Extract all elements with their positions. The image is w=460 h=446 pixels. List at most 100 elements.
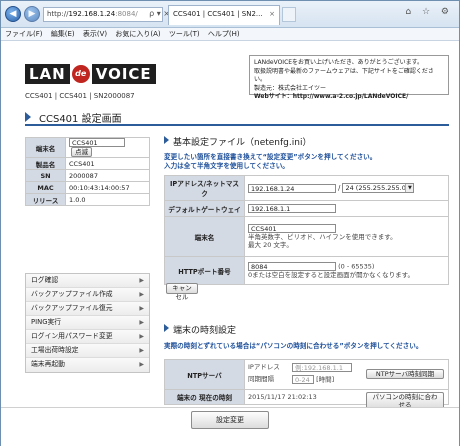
toolbar-icons[interactable]: ⌂ ☆ ⚙ bbox=[405, 7, 453, 17]
product-name-value: CCS401 bbox=[65, 157, 150, 170]
new-tab-button[interactable] bbox=[282, 7, 296, 22]
section-arrow-icon bbox=[164, 136, 169, 144]
menu-view[interactable]: 表示(V) bbox=[83, 30, 107, 38]
back-arrow-icon[interactable]: ◀ bbox=[5, 6, 21, 22]
notice-box: LANdeVOICEをお買い上げいただき、ありがとうございます。 取扱説明書や最… bbox=[249, 55, 449, 100]
menu-item-label: ログ確認 bbox=[31, 276, 59, 284]
device-info-table: 端末名 CCS401 点滅 製品名 CCS401 SN 2000087 MAC … bbox=[25, 137, 150, 206]
gateway-input[interactable]: 192.168.1.1 bbox=[248, 204, 336, 213]
ntp-sync-input[interactable]: 0-24 bbox=[292, 374, 314, 384]
table-row: MAC 00:10:43:14:00:57 bbox=[25, 181, 150, 194]
menu-favorites[interactable]: お気に入り(A) bbox=[115, 30, 160, 38]
blink-button[interactable]: 点滅 bbox=[71, 147, 92, 157]
netmask-value: 24 (255.255.255.0) bbox=[345, 184, 409, 192]
name-label: 端末名 bbox=[164, 216, 245, 257]
time-settings-title: 端末の時刻設定 bbox=[173, 326, 237, 336]
logo-voice: VOICE bbox=[91, 64, 156, 84]
menu-item-backup-create[interactable]: バックアップファイル作成 ▶ bbox=[26, 288, 149, 302]
page-title-bar: CCS401 設定画面 bbox=[25, 108, 449, 126]
table-row: デフォルトゲートウェイ 192.168.1.1 bbox=[164, 200, 449, 217]
menu-item-ping[interactable]: PING実行 ▶ bbox=[26, 316, 149, 330]
page-title: CCS401 設定画面 bbox=[39, 114, 122, 125]
name-hint-1: 半角英数字、ピリオド、ハイフンを使用できます。 bbox=[248, 233, 397, 241]
port-hint: 0または空白を設定すると設定画面が開かなくなります。 bbox=[248, 271, 414, 279]
menu-item-factory-reset[interactable]: 工場出荷時設定 ▶ bbox=[26, 344, 149, 358]
arrow-right-icon: ▶ bbox=[139, 361, 144, 368]
footer-divider bbox=[1, 407, 459, 408]
gateway-label: デフォルトゲートウェイ bbox=[164, 200, 245, 217]
tab-close-icon[interactable]: × bbox=[269, 10, 275, 18]
menu-item-label: バックアップファイル作成 bbox=[31, 290, 113, 298]
menu-help[interactable]: ヘルプ(H) bbox=[208, 30, 240, 38]
menu-item-label: ログイン用パスワード変更 bbox=[31, 332, 113, 340]
tab-title: CCS401 | CCS401 | SN2... bbox=[173, 10, 263, 18]
netmask-select[interactable]: 24 (255.255.255.0) ▼ bbox=[342, 183, 415, 193]
ntp-ip-label: IPアドレス bbox=[248, 363, 280, 371]
basic-settings-heading: 基本設定ファイル（netenfg.ini） bbox=[164, 135, 311, 148]
arrow-right-icon: ▶ bbox=[139, 305, 144, 312]
address-bar-area: ◀ ▶ http://192.168.1.24:8084/ ρ ▾ × CCS4… bbox=[1, 1, 459, 28]
current-time-cell: 2015/11/17 21:02:13 パソコンの時刻に合わせる bbox=[244, 389, 449, 410]
time-settings-table: NTPサーバ IPアドレス 例:192.168.1.1 同期間隔 0-24 [時間]… bbox=[164, 359, 449, 410]
save-settings-button[interactable]: 設定変更 bbox=[191, 411, 269, 429]
side-menu: ログ確認 ▶ バックアップファイル作成 ▶ バックアップファイル復元 ▶ PING実行… bbox=[25, 273, 150, 373]
page-content: LAN de VOICE CCS401 | CCS401 | SN2000087… bbox=[1, 42, 459, 446]
ip-address-input[interactable]: 192.168.1.24 bbox=[248, 183, 336, 193]
table-row: 端末名 CCS401 点滅 bbox=[25, 137, 150, 158]
menu-item-label: 端末再起動 bbox=[31, 360, 65, 368]
ntp-sync-label: 同期間隔 bbox=[248, 375, 274, 383]
table-row: HTTPポート番号 8084 (0 - 65535) 0または空白を設定すると設… bbox=[164, 256, 449, 285]
menu-item-password[interactable]: ログイン用パスワード変更 ▶ bbox=[26, 330, 149, 344]
arrow-right-icon: ▶ bbox=[139, 319, 144, 326]
url-port: :8084/ bbox=[115, 10, 138, 18]
note-line-2: 入力は全て半角文字を使用してください。 bbox=[164, 162, 289, 170]
http-port-input[interactable]: 8084 bbox=[248, 262, 336, 271]
browser-window: ◀ ▶ http://192.168.1.24:8084/ ρ ▾ × CCS4… bbox=[0, 0, 460, 446]
ntp-sync-unit: [時間] bbox=[316, 375, 335, 383]
menu-item-reboot[interactable]: 端末再起動 ▶ bbox=[26, 358, 149, 372]
device-info: CCS401 | CCS401 | SN2000087 bbox=[25, 92, 135, 100]
table-row: SN 2000087 bbox=[25, 169, 150, 182]
menu-item-label: 工場出荷時設定 bbox=[31, 346, 79, 354]
product-name-key: 製品名 bbox=[25, 157, 66, 170]
arrow-right-icon: ▶ bbox=[139, 333, 144, 340]
menu-item-log[interactable]: ログ確認 ▶ bbox=[26, 274, 149, 288]
menu-item-label: バックアップファイル復元 bbox=[31, 304, 113, 312]
name-hint-2: 最大 20 文字。 bbox=[248, 241, 293, 249]
device-name-cell: CCS401 点滅 bbox=[65, 137, 150, 158]
ntp-sync-button[interactable]: NTPサーバ時刻同期 bbox=[366, 369, 444, 379]
menu-tools[interactable]: ツール(T) bbox=[169, 30, 200, 38]
browser-tab[interactable]: CCS401 | CCS401 | SN2... × bbox=[168, 5, 280, 25]
menu-edit[interactable]: 編集(E) bbox=[51, 30, 75, 38]
device-name-key: 端末名 bbox=[25, 137, 66, 158]
notice-line-1: LANdeVOICEをお買い上げいただき、ありがとうございます。 bbox=[254, 59, 424, 66]
logo-de: de bbox=[71, 65, 90, 83]
basic-settings-title: 基本設定ファイル（netenfg.ini） bbox=[173, 138, 312, 148]
name-cell: CCS401 半角英数字、ピリオド、ハイフンを使用できます。 最大 20 文字。 bbox=[244, 216, 449, 257]
ip-label: IPアドレス/ネットマスク bbox=[164, 175, 245, 201]
ip-cell: 192.168.1.24 / 24 (255.255.255.0) ▼ bbox=[244, 175, 449, 201]
ntp-label: NTPサーバ bbox=[164, 359, 245, 390]
device-name-input[interactable]: CCS401 bbox=[248, 224, 336, 233]
menu-item-backup-restore[interactable]: バックアップファイル復元 ▶ bbox=[26, 302, 149, 316]
time-settings-heading: 端末の時刻設定 bbox=[164, 323, 236, 336]
notice-line-2: 取扱説明書や最新のファームウェアは、下記サイトをご確認ください。 bbox=[254, 67, 434, 84]
menu-file[interactable]: ファイル(F) bbox=[5, 30, 43, 38]
mac-value: 00:10:43:14:00:57 bbox=[65, 181, 150, 194]
table-row: 端末名 CCS401 半角英数字、ピリオド、ハイフンを使用できます。 最大 20… bbox=[164, 216, 449, 257]
ip-separator: / bbox=[338, 184, 341, 192]
port-range: (0 - 65535) bbox=[338, 262, 375, 271]
menu-bar: ファイル(F) 編集(E) 表示(V) お気に入り(A) ツール(T) ヘルプ(… bbox=[1, 28, 459, 41]
menu-item-label: PING実行 bbox=[31, 318, 62, 326]
cancel-button[interactable]: キャンセル bbox=[166, 283, 198, 301]
notice-site-url[interactable]: ：http://www.a-2.co.jp/LANdeVOICE/ bbox=[287, 93, 409, 100]
arrow-right-icon: ▶ bbox=[139, 347, 144, 354]
ntp-ip-input[interactable]: 例:192.168.1.1 bbox=[292, 362, 352, 372]
serial-key: SN bbox=[25, 169, 66, 182]
device-name-value: CCS401 bbox=[69, 138, 125, 147]
release-key: リリース bbox=[25, 193, 66, 206]
title-arrow-icon bbox=[25, 112, 31, 122]
forward-arrow-icon[interactable]: ▶ bbox=[24, 6, 40, 22]
port-label: HTTPポート番号 bbox=[164, 256, 245, 285]
url-scheme: http:// bbox=[47, 10, 69, 18]
